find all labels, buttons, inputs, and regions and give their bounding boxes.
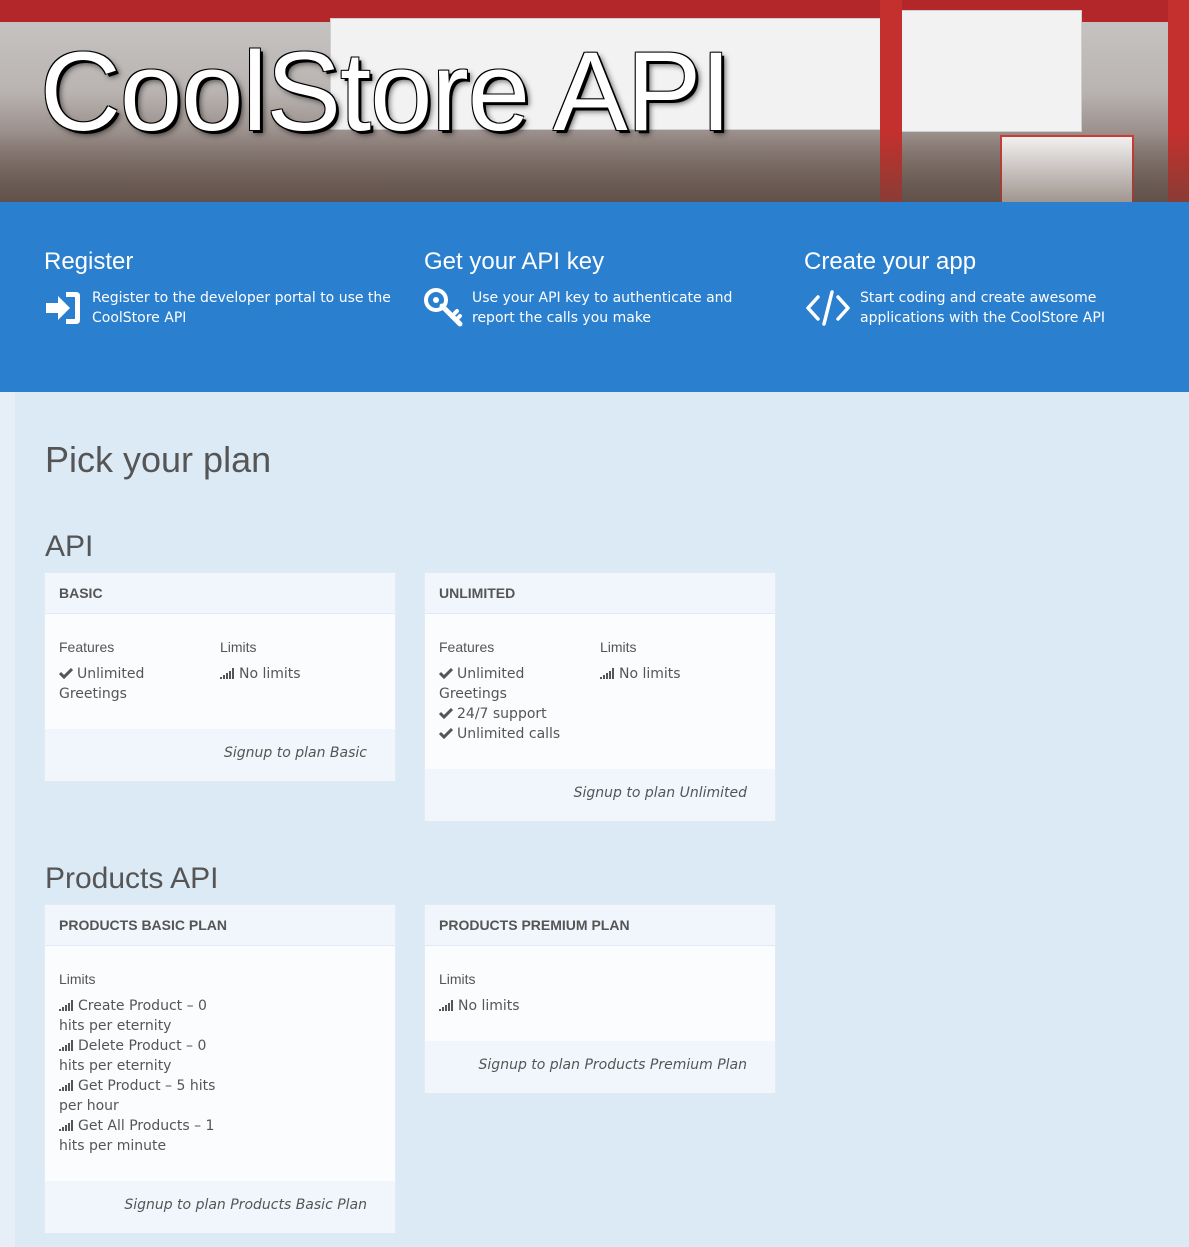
section-title-api: API (45, 530, 94, 563)
step-title: Get your API key (424, 248, 605, 275)
onboarding-steps: Register Register to the developer porta… (0, 202, 1189, 392)
limit-item: No limits (439, 996, 614, 1016)
plan-card-unlimited: Unlimited Features Unlimited Greetings 2… (424, 572, 776, 822)
hero-banner: CoolStore API (0, 0, 1189, 202)
step-row: Register to the developer portal to use … (44, 288, 394, 328)
plan-name: Basic (45, 573, 395, 614)
features-column: Features Unlimited Greetings 24/7 suppor… (439, 638, 600, 744)
limits-column: Limits No limits (439, 970, 614, 1016)
plan-card-basic: Basic Features Unlimited Greetings Limit… (44, 572, 396, 782)
signal-icon (59, 1080, 73, 1091)
limits-label: Limits (59, 971, 96, 987)
signup-products-basic-link[interactable]: Signup to plan Products Basic Plan (124, 1197, 367, 1213)
plan-details: Limits No limits (425, 946, 775, 1016)
limit-item: Get Product – 5 hits per hour (59, 1078, 216, 1114)
step-description: Start coding and create awesome applicat… (860, 290, 1105, 326)
feature-item: 24/7 support (439, 704, 600, 724)
plan-details: Features Unlimited Greetings 24/7 suppor… (425, 614, 775, 744)
limit-item: No limits (220, 664, 381, 684)
feature-item: Unlimited Greetings (59, 666, 145, 702)
plans-content: Pick your plan API Basic Features Unlimi… (15, 392, 1189, 1247)
signal-icon (59, 1120, 73, 1131)
plan-details: Features Unlimited Greetings Limits No l… (45, 614, 395, 704)
signup-products-premium-link[interactable]: Signup to plan Products Premium Plan (479, 1057, 747, 1073)
plan-footer: Signup to plan Products Basic Plan (45, 1181, 395, 1233)
check-icon (439, 667, 453, 679)
limits-label: Limits (220, 639, 257, 655)
section-title-products-api: Products API (45, 862, 219, 895)
plan-name: Products Premium Plan (425, 905, 775, 946)
features-label: Features (59, 639, 115, 655)
limit-item: Create Product – 0 hits per eternity (59, 998, 207, 1034)
step-row: Use your API key to authenticate and rep… (424, 288, 774, 328)
step-create-app: Create your app Start coding and create … (804, 246, 1134, 328)
plan-name: Products Basic Plan (45, 905, 395, 946)
limit-item: Delete Product – 0 hits per eternity (59, 1038, 207, 1074)
limit-item: Get All Products – 1 hits per minute (59, 1118, 215, 1154)
hero-store-shelves-right (900, 10, 1082, 132)
plan-footer: Signup to plan Products Premium Plan (425, 1041, 775, 1093)
step-api-key: Get your API key Use your API key to aut… (424, 246, 774, 328)
page-title: Pick your plan (45, 439, 272, 480)
signal-icon (59, 1000, 73, 1011)
limits-column: Limits No limits (600, 638, 761, 744)
plan-footer: Signup to plan Basic (45, 729, 395, 781)
signal-icon (439, 1000, 453, 1011)
signup-unlimited-link[interactable]: Signup to plan Unlimited (574, 785, 747, 801)
plan-details: Limits Create Product – 0 hits per etern… (45, 946, 395, 1156)
check-icon (59, 667, 73, 679)
signal-icon (220, 668, 234, 679)
step-register: Register Register to the developer porta… (44, 246, 394, 328)
hero-title: CoolStore API (40, 29, 731, 154)
check-icon (439, 727, 453, 739)
feature-item: Unlimited calls (439, 724, 600, 744)
step-row: Start coding and create awesome applicat… (804, 288, 1134, 328)
signal-icon (59, 1040, 73, 1051)
feature-item: Unlimited Greetings (439, 666, 525, 702)
step-title: Create your app (804, 248, 977, 275)
limits-column: Limits No limits (220, 638, 381, 704)
plan-card-products-premium: Products Premium Plan Limits No limits S… (424, 904, 776, 1094)
signal-icon (600, 668, 614, 679)
plan-footer: Signup to plan Unlimited (425, 769, 775, 821)
plan-name: Unlimited (425, 573, 775, 614)
sign-in-icon (46, 292, 80, 324)
step-description: Register to the developer portal to use … (92, 290, 391, 326)
limits-label: Limits (600, 639, 637, 655)
features-column: Features Unlimited Greetings (59, 638, 220, 704)
limit-item: No limits (600, 664, 761, 684)
limits-column: Limits Create Product – 0 hits per etern… (59, 970, 219, 1156)
step-description: Use your API key to authenticate and rep… (472, 290, 733, 326)
signup-basic-link[interactable]: Signup to plan Basic (224, 745, 367, 761)
key-icon (424, 288, 463, 327)
step-title: Register (44, 248, 134, 275)
check-icon (439, 707, 453, 719)
plan-card-products-basic: Products Basic Plan Limits Create Produc… (44, 904, 396, 1234)
code-icon (806, 290, 850, 326)
limits-label: Limits (439, 971, 476, 987)
features-label: Features (439, 639, 495, 655)
